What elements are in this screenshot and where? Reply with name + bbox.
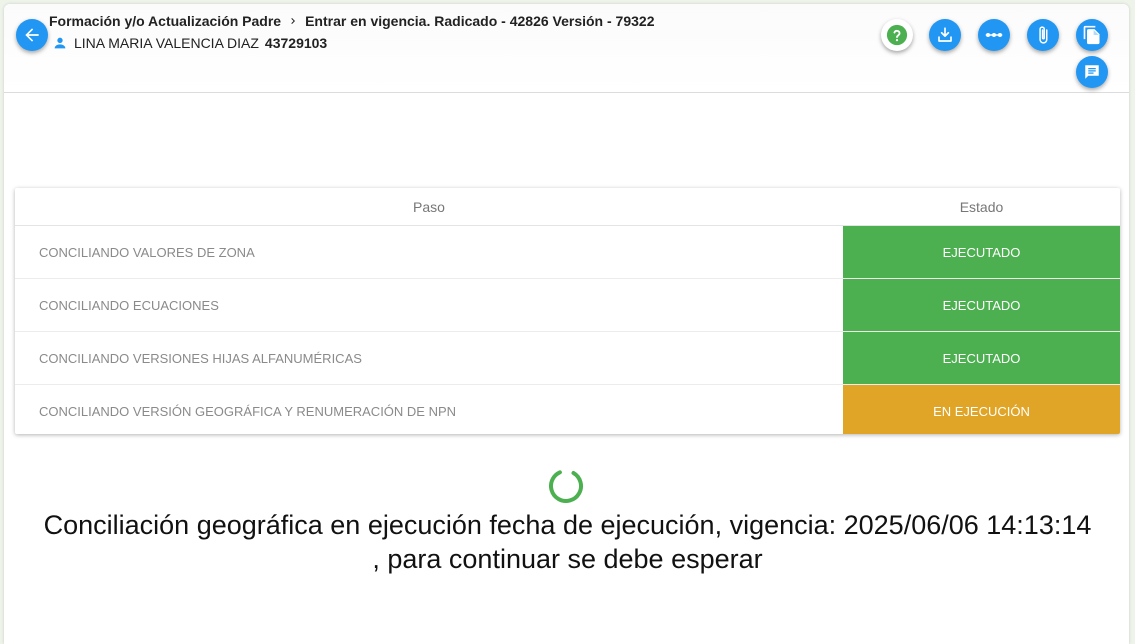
person-icon: [54, 37, 66, 49]
more-horizontal-icon: [985, 32, 1003, 38]
status-cell: EJECUTADO: [843, 279, 1120, 331]
download-icon: [938, 27, 952, 42]
copy-document-icon: [1083, 25, 1100, 45]
steps-table: Paso Estado CONCILIANDO VALORES DE ZONA …: [15, 188, 1120, 434]
help-button[interactable]: [881, 19, 913, 51]
step-cell: CONCILIANDO VALORES DE ZONA: [39, 244, 255, 260]
user-info: LINA MARIA VALENCIA DIAZ 43729103: [52, 35, 327, 51]
table-row: CONCILIANDO ECUACIONES EJECUTADO: [15, 279, 1120, 332]
user-id: 43729103: [264, 35, 328, 51]
column-header-step: Paso: [413, 198, 445, 215]
status-cell: EJECUTADO: [843, 332, 1120, 384]
breadcrumb-item-parent[interactable]: Formación y/o Actualización Padre: [49, 13, 281, 29]
comments-icon: [1085, 65, 1099, 79]
comments-button[interactable]: [1076, 56, 1108, 88]
user-name: LINA MARIA VALENCIA DIAZ: [74, 35, 259, 51]
back-button[interactable]: [16, 19, 48, 51]
download-button[interactable]: [929, 19, 961, 51]
chevron-right-icon: [287, 15, 299, 27]
help-icon: [886, 24, 908, 46]
status-message-line2: , para continuar se debe esperar: [372, 544, 763, 574]
attachment-button[interactable]: [1027, 19, 1059, 51]
step-cell: CONCILIANDO VERSIÓN GEOGRÁFICA Y RENUMER…: [39, 403, 457, 419]
app-window: Formación y/o Actualización Padre Entrar…: [4, 4, 1129, 644]
header-bar: Formación y/o Actualización Padre Entrar…: [4, 4, 1129, 93]
arrow-left-icon: [25, 28, 39, 42]
table-row: CONCILIANDO VERSIÓN GEOGRÁFICA Y RENUMER…: [15, 385, 1120, 434]
breadcrumb: Formación y/o Actualización Padre Entrar…: [49, 13, 654, 29]
breadcrumb-item-current: Entrar en vigencia. Radicado - 42826 Ver…: [305, 13, 655, 29]
column-header-status: Estado: [959, 198, 1004, 215]
table-row: CONCILIANDO VERSIONES HIJAS ALFANUMÉRICA…: [15, 332, 1120, 385]
status-cell: EJECUTADO: [843, 226, 1120, 278]
copy-document-button[interactable]: [1076, 19, 1108, 51]
status-message: Conciliación geográfica en ejecución fec…: [4, 508, 1129, 576]
step-cell: CONCILIANDO ECUACIONES: [39, 297, 219, 313]
loading-spinner-icon: [549, 469, 583, 503]
step-cell: CONCILIANDO VERSIONES HIJAS ALFANUMÉRICA…: [39, 350, 362, 366]
table-header: Paso Estado: [15, 188, 1120, 226]
table-row: CONCILIANDO VALORES DE ZONA EJECUTADO: [15, 226, 1120, 279]
status-cell: EN EJECUCIÓN: [843, 385, 1120, 434]
attachment-icon: [1039, 26, 1048, 44]
more-button[interactable]: [978, 19, 1010, 51]
status-message-line1: Conciliación geográfica en ejecución fec…: [43, 510, 1092, 540]
